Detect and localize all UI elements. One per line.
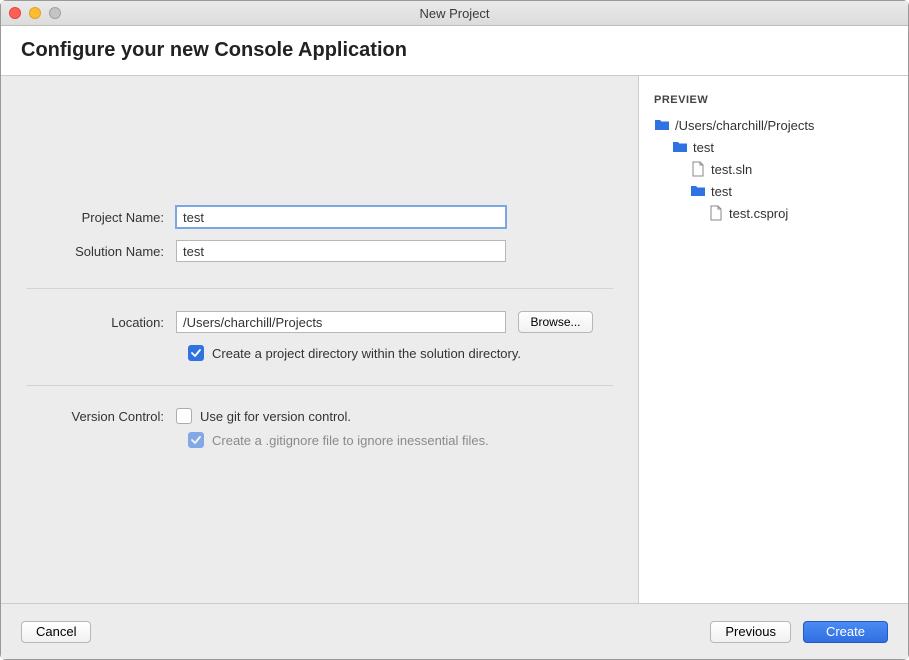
tree-file: test.csproj: [654, 202, 893, 224]
file-icon: [690, 161, 706, 177]
gitignore-label: Create a .gitignore file to ignore iness…: [212, 433, 489, 448]
close-window-button[interactable]: [9, 7, 21, 19]
folder-icon: [672, 139, 688, 155]
previous-button[interactable]: Previous: [710, 621, 791, 643]
main-container: Configure your new Console Application P…: [1, 26, 908, 659]
location-label: Location:: [26, 315, 176, 330]
create-project-dir-row[interactable]: Create a project directory within the so…: [188, 345, 613, 361]
tree-folder-label: test: [711, 184, 732, 199]
tree-folder: test: [654, 180, 893, 202]
folder-icon: [654, 117, 670, 133]
file-icon: [708, 205, 724, 221]
solution-name-row: Solution Name:: [26, 240, 613, 262]
project-name-input[interactable]: [176, 206, 506, 228]
location-row: Location: Browse...: [26, 311, 613, 333]
maximize-window-button: [49, 7, 61, 19]
tree-root: /Users/charchill/Projects: [654, 114, 893, 136]
form-area: Project Name: Solution Name: Location: B…: [1, 76, 638, 603]
check-icon: [191, 348, 201, 358]
minimize-window-button[interactable]: [29, 7, 41, 19]
use-git-label: Use git for version control.: [200, 409, 351, 424]
tree-folder: test: [654, 136, 893, 158]
dialog-footer: Cancel Previous Create: [1, 603, 908, 659]
window-title: New Project: [9, 6, 900, 21]
tree-root-label: /Users/charchill/Projects: [675, 118, 814, 133]
project-name-label: Project Name:: [26, 210, 176, 225]
dialog-header: Configure your new Console Application: [1, 26, 908, 76]
browse-button[interactable]: Browse...: [518, 311, 593, 333]
dialog-body: Project Name: Solution Name: Location: B…: [1, 76, 908, 603]
titlebar: New Project: [1, 1, 908, 26]
gitignore-row: Create a .gitignore file to ignore iness…: [188, 432, 613, 448]
preview-title: PREVIEW: [654, 94, 893, 106]
folder-icon: [690, 183, 706, 199]
separator: [26, 385, 613, 386]
tree-file: test.sln: [654, 158, 893, 180]
project-name-row: Project Name:: [26, 206, 613, 228]
create-project-dir-checkbox[interactable]: [188, 345, 204, 361]
use-git-checkbox[interactable]: [176, 408, 192, 424]
spacer: [26, 96, 613, 206]
version-control-label: Version Control:: [26, 409, 176, 424]
version-control-row: Version Control: Use git for version con…: [26, 408, 613, 424]
solution-name-label: Solution Name:: [26, 244, 176, 259]
preview-panel: PREVIEW /Users/charchill/Projects test t…: [638, 76, 908, 603]
tree-file-label: test.csproj: [729, 206, 788, 221]
tree-folder-label: test: [693, 140, 714, 155]
gitignore-checkbox: [188, 432, 204, 448]
create-project-dir-label: Create a project directory within the so…: [212, 346, 521, 361]
traffic-lights: [9, 7, 61, 19]
check-icon: [191, 435, 201, 445]
create-button[interactable]: Create: [803, 621, 888, 643]
separator: [26, 288, 613, 289]
cancel-button[interactable]: Cancel: [21, 621, 91, 643]
solution-name-input[interactable]: [176, 240, 506, 262]
tree-file-label: test.sln: [711, 162, 752, 177]
footer-right: Previous Create: [710, 621, 888, 643]
location-input[interactable]: [176, 311, 506, 333]
dialog-title: Configure your new Console Application: [21, 39, 888, 62]
